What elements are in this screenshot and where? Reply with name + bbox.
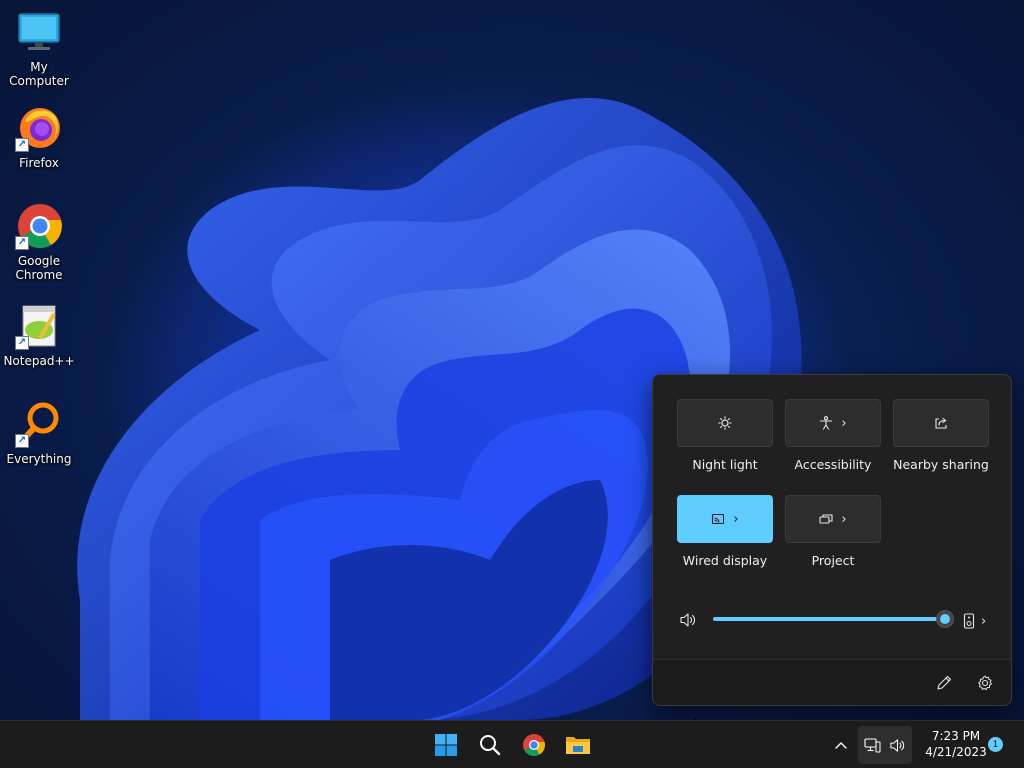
edit-quick-settings-button[interactable]: [935, 674, 955, 694]
taskbar: 7:23 PM 4/21/2023 1: [0, 720, 1024, 768]
volume-slider-thumb[interactable]: [936, 610, 954, 628]
project-tile[interactable]: ›: [785, 495, 881, 543]
clock-time: 7:23 PM: [931, 729, 981, 743]
windows-start-icon: [435, 734, 457, 756]
chevron-right-icon[interactable]: ›: [841, 513, 846, 526]
monitor-icon: [15, 8, 63, 56]
shortcut-arrow-icon: ↗: [15, 434, 29, 448]
file-explorer-icon: [566, 737, 590, 754]
desktop-icon-notepad-plus-plus[interactable]: ↗ Notepad++: [0, 302, 78, 368]
audio-output-button[interactable]: ›: [963, 611, 1003, 631]
volume-slider-track[interactable]: [713, 610, 954, 628]
shortcut-arrow-icon: ↗: [15, 336, 29, 350]
start-button[interactable]: [426, 725, 466, 765]
share-icon: [935, 417, 947, 429]
chevron-right-icon[interactable]: ›: [981, 615, 986, 628]
accessibility-tile[interactable]: ›: [785, 399, 881, 447]
notification-badge[interactable]: 1: [988, 737, 1003, 752]
quick-settings-toggle[interactable]: [858, 726, 912, 764]
taskbar-search-button[interactable]: [470, 725, 510, 765]
taskbar-chrome-button[interactable]: [514, 725, 554, 765]
speaker-icon: [680, 613, 695, 627]
taskbar-file-explorer-button[interactable]: [558, 725, 598, 765]
desktop-icon-label: Everything: [6, 452, 72, 466]
project-label: Project: [811, 553, 855, 568]
nearby-sharing-tile[interactable]: [893, 399, 989, 447]
chevron-right-icon[interactable]: ›: [841, 417, 846, 430]
wired-display-label: Wired display: [682, 553, 768, 568]
chevron-up-icon: [835, 742, 847, 749]
quick-settings-panel: Night light › Accessibility Nearby shari…: [652, 374, 1012, 706]
night-light-label: Night light: [692, 457, 758, 472]
taskbar-clock[interactable]: 7:23 PM 4/21/2023: [914, 728, 998, 760]
search-icon: [480, 735, 501, 756]
gear-icon: [978, 675, 992, 690]
speaker-icon: [890, 738, 905, 752]
everything-search-icon: ↗: [15, 400, 63, 448]
night-light-tile[interactable]: [677, 399, 773, 447]
clock-date: 4/21/2023: [925, 745, 987, 759]
shortcut-arrow-icon: ↗: [15, 236, 29, 250]
accessibility-icon: [820, 416, 833, 430]
night-light-icon: [718, 416, 732, 430]
desktop-icon-my-computer[interactable]: My Computer: [0, 8, 78, 88]
accessibility-label: Accessibility: [794, 457, 872, 472]
volume-mute-button[interactable]: [679, 611, 697, 629]
volume-slider-fill: [713, 617, 945, 621]
pencil-icon: [937, 675, 952, 690]
desktop-icon-everything[interactable]: ↗ Everything: [0, 400, 78, 466]
desktop-icon-label: Notepad++: [3, 354, 75, 368]
desktop-icon-google-chrome[interactable]: ↗ Google Chrome: [0, 202, 78, 282]
chevron-right-icon[interactable]: ›: [733, 513, 738, 526]
notepad-plus-plus-icon: ↗: [15, 302, 63, 350]
cast-icon: [712, 513, 725, 525]
chrome-icon: ↗: [15, 202, 63, 250]
firefox-icon: ↗: [15, 104, 63, 152]
all-settings-button[interactable]: [976, 674, 996, 694]
show-hidden-icons-button[interactable]: [830, 733, 852, 757]
desktop-icon-label: Firefox: [19, 156, 59, 170]
wired-display-tile[interactable]: ›: [677, 495, 773, 543]
nearby-sharing-label: Nearby sharing: [893, 457, 989, 472]
chrome-icon: [523, 734, 545, 756]
network-icon: [864, 737, 881, 752]
project-icon: [819, 514, 833, 524]
desktop-icon-label: My Computer: [9, 60, 69, 88]
quick-settings-footer: [653, 659, 1011, 705]
desktop-icon-label: Google Chrome: [15, 254, 63, 282]
desktop-icon-firefox[interactable]: ↗ Firefox: [0, 104, 78, 170]
shortcut-arrow-icon: ↗: [15, 138, 29, 152]
speaker-device-icon: [963, 613, 975, 629]
